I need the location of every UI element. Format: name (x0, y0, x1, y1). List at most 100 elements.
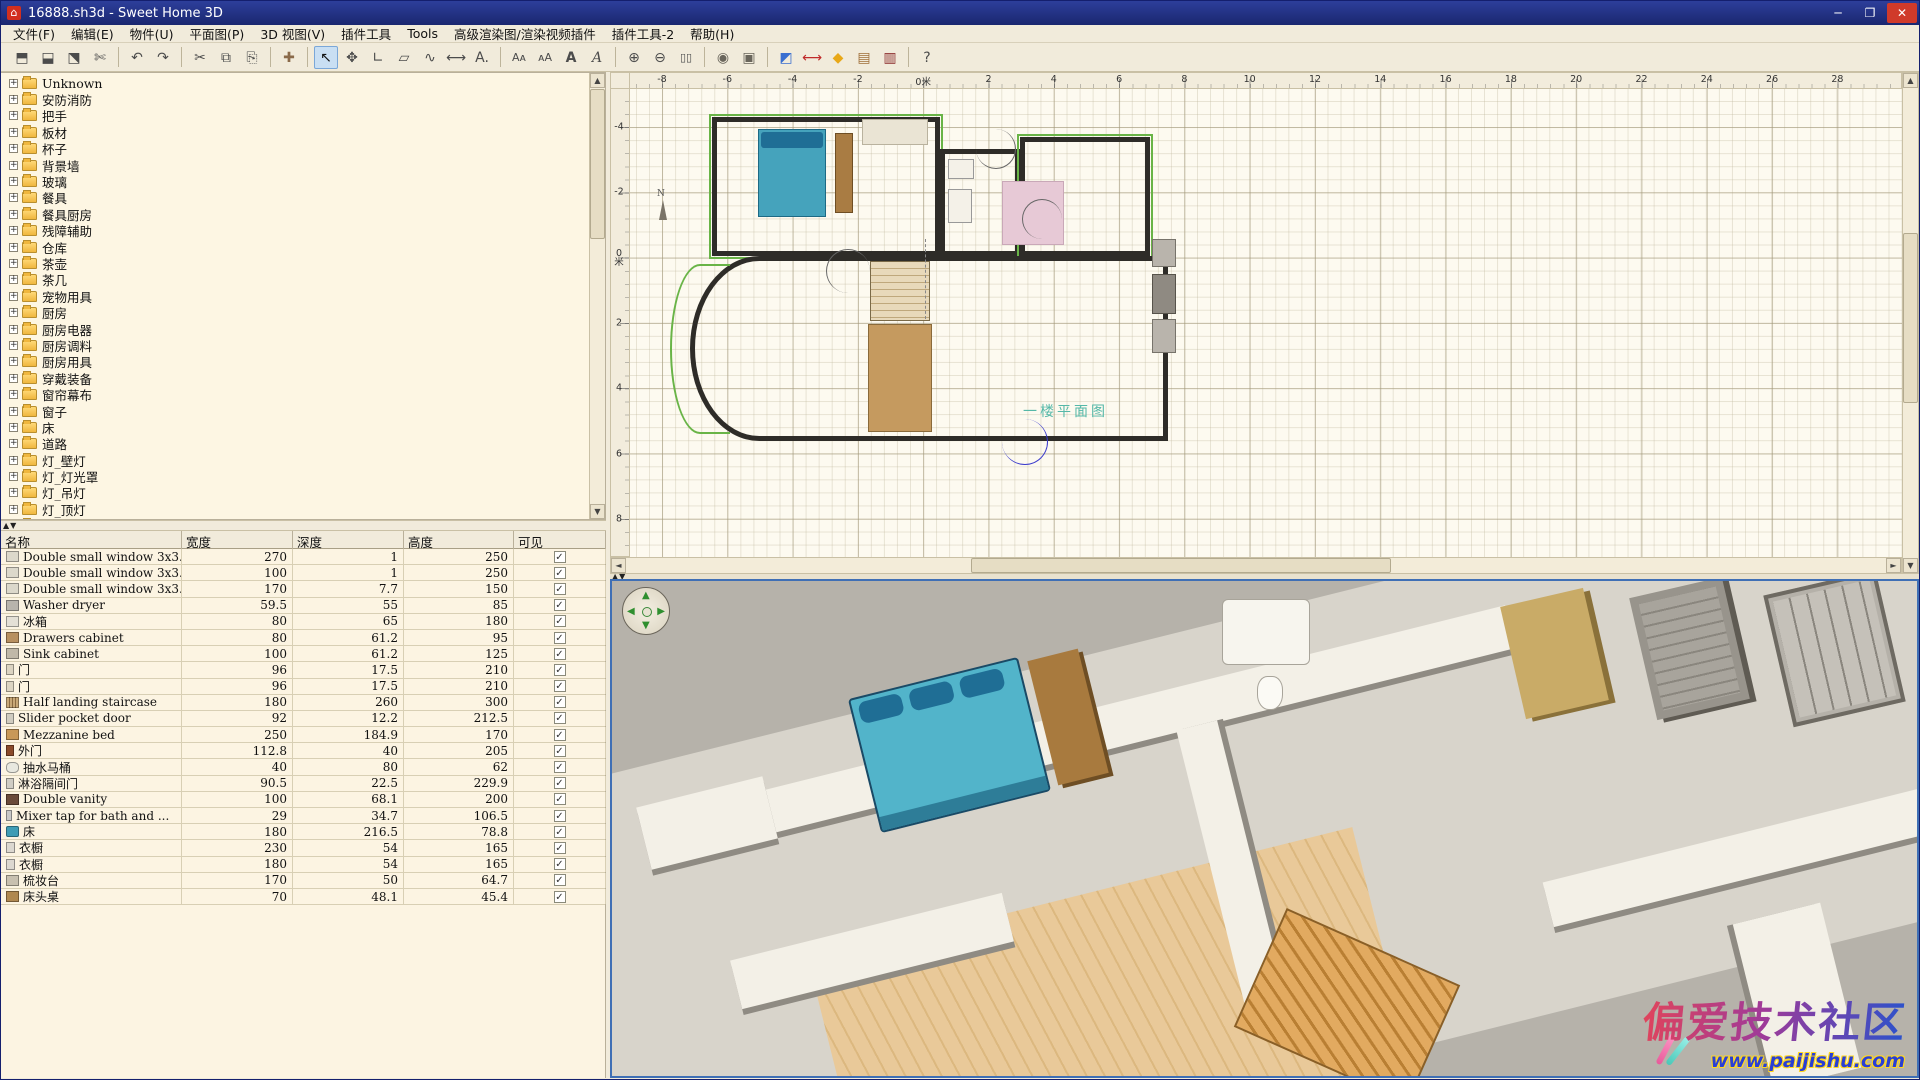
window-titlebar[interactable]: ⌂ 16888.sh3d - Sweet Home 3D ─ ❐ ✕ (1, 1, 1919, 25)
expand-icon[interactable]: + (9, 243, 18, 252)
furniture-row[interactable]: 门9617.5210✓ (1, 662, 605, 678)
scroll-up-icon[interactable]: ▲ (1903, 73, 1918, 88)
expand-icon[interactable]: + (9, 374, 18, 383)
menu-item[interactable]: 插件工具-2 (604, 24, 682, 43)
expand-icon[interactable]: + (9, 439, 18, 448)
furniture-row[interactable]: Drawers cabinet8061.295✓ (1, 630, 605, 646)
catalog-category[interactable]: +穿戴装备 (3, 370, 588, 386)
expand-icon[interactable]: + (9, 308, 18, 317)
catalog-category[interactable]: +背景墙 (3, 157, 588, 173)
menu-item[interactable]: 平面图(P) (182, 24, 253, 43)
furniture-row[interactable]: Slider pocket door9212.2212.5✓ (1, 711, 605, 727)
catalog-category[interactable]: +餐具厨房 (3, 206, 588, 222)
visible-checkbox[interactable]: ✓ (554, 712, 566, 724)
expand-icon[interactable]: + (9, 161, 18, 170)
catalog-category[interactable]: +安防消防 (3, 91, 588, 107)
visible-checkbox[interactable]: ✓ (554, 793, 566, 805)
import-furniture-icon[interactable]: ⬒ (10, 46, 34, 69)
undo-icon[interactable]: ↶ (125, 46, 149, 69)
furniture-row[interactable]: 淋浴隔间门90.522.5229.9✓ (1, 776, 605, 792)
scrollbar-thumb[interactable] (590, 89, 605, 239)
nav-up-icon[interactable]: ▲ (642, 591, 650, 601)
visible-checkbox[interactable]: ✓ (554, 761, 566, 773)
plan-appliance-1[interactable] (1152, 239, 1176, 267)
expand-icon[interactable]: + (9, 357, 18, 366)
visible-checkbox[interactable]: ✓ (554, 648, 566, 660)
expand-icon[interactable]: + (9, 128, 18, 137)
furniture-row[interactable]: Half landing staircase180260300✓ (1, 695, 605, 711)
catalog-category[interactable]: +厨房用具 (3, 354, 588, 370)
scrollbar-thumb[interactable] (971, 558, 1391, 573)
catalog-category[interactable]: +宠物用具 (3, 288, 588, 304)
catalog-category[interactable]: +厨房 (3, 304, 588, 320)
catalog-category[interactable]: +窗帘幕布 (3, 386, 588, 402)
catalog-category[interactable]: +玻璃 (3, 173, 588, 189)
catalog-category[interactable]: +灯_壁灯 (3, 452, 588, 468)
visible-checkbox[interactable]: ✓ (554, 664, 566, 676)
menu-item[interactable]: 插件工具 (333, 24, 399, 43)
scroll-up-icon[interactable]: ▲ (590, 73, 605, 88)
import-furniture-library-icon[interactable]: ⬓ (36, 46, 60, 69)
catalog-category[interactable]: +厨房调料 (3, 337, 588, 353)
furniture-row[interactable]: Washer dryer59.55585✓ (1, 598, 605, 614)
import-textures-library-icon[interactable]: ⬔ (62, 46, 86, 69)
menu-item[interactable]: Tools (399, 26, 446, 41)
minimize-button[interactable]: ─ (1823, 3, 1853, 23)
add-text-icon[interactable]: A. (470, 46, 494, 69)
menu-item[interactable]: 文件(F) (5, 24, 63, 43)
plugin-lamp-icon[interactable]: ◆ (826, 46, 850, 69)
expand-icon[interactable]: + (9, 390, 18, 399)
catalog-table-splitter[interactable]: ▲▼ (1, 520, 606, 531)
photo-views-icon[interactable]: ▯▯ (674, 46, 698, 69)
plan-canvas[interactable]: N (630, 89, 1902, 557)
select-icon[interactable]: ↖ (314, 46, 338, 69)
plan-wardrobe-big[interactable] (868, 324, 932, 432)
expand-icon[interactable]: + (9, 341, 18, 350)
catalog-category[interactable]: +Unknown (3, 75, 588, 91)
plan-text-label[interactable]: 一楼平面图 (1023, 401, 1108, 421)
catalog-category[interactable]: +杯子 (3, 141, 588, 157)
catalog-category[interactable]: +道路 (3, 436, 588, 452)
expand-icon[interactable]: + (9, 456, 18, 465)
italic-icon[interactable]: A (585, 46, 609, 69)
expand-icon[interactable]: + (9, 95, 18, 104)
furniture-row[interactable]: 衣橱23054165✓ (1, 840, 605, 856)
3d-navigation-pad[interactable]: ▲ ▼ ◀ ▶ (622, 587, 670, 635)
visible-checkbox[interactable]: ✓ (554, 858, 566, 870)
redo-icon[interactable]: ↷ (151, 46, 175, 69)
menu-item[interactable]: 高级渲染图/渲染视频插件 (446, 24, 604, 43)
furniture-row[interactable]: 衣橱18054165✓ (1, 857, 605, 873)
expand-icon[interactable]: + (9, 275, 18, 284)
furniture-row[interactable]: Double vanity10068.1200✓ (1, 792, 605, 808)
expand-icon[interactable]: + (9, 488, 18, 497)
furniture-row[interactable]: Double small window 3x3...1001250✓ (1, 565, 605, 581)
catalog-category[interactable]: +窗子 (3, 403, 588, 419)
create-video-icon[interactable]: ▣ (737, 46, 761, 69)
catalog-category[interactable]: +灯_顶灯 (3, 501, 588, 517)
nav-down-icon[interactable]: ▼ (642, 621, 650, 631)
scroll-down-icon[interactable]: ▼ (590, 504, 605, 519)
menu-item[interactable]: 编辑(E) (63, 24, 122, 43)
expand-icon[interactable]: + (9, 226, 18, 235)
catalog-category[interactable]: +餐具 (3, 190, 588, 206)
visible-checkbox[interactable]: ✓ (554, 696, 566, 708)
menu-item[interactable]: 物件(U) (122, 24, 182, 43)
visible-checkbox[interactable]: ✓ (554, 567, 566, 579)
plan-wardrobe-strip[interactable] (835, 133, 853, 213)
expand-icon[interactable]: + (9, 193, 18, 202)
bold-icon[interactable]: A (559, 46, 583, 69)
visible-checkbox[interactable]: ✓ (554, 745, 566, 757)
plan-sink[interactable] (948, 159, 974, 179)
furniture-row[interactable]: 门9617.5210✓ (1, 679, 605, 695)
plan-bed-blue[interactable] (758, 129, 826, 217)
expand-icon[interactable]: + (9, 423, 18, 432)
plan-fridge[interactable] (1152, 274, 1176, 314)
zoom-in-icon[interactable]: ⊕ (622, 46, 646, 69)
visible-checkbox[interactable]: ✓ (554, 599, 566, 611)
furniture-catalog[interactable]: +Unknown+安防消防+把手+板材+杯子+背景墙+玻璃+餐具+餐具厨房+残障… (1, 72, 606, 520)
visible-checkbox[interactable]: ✓ (554, 874, 566, 886)
catalog-category[interactable]: +灯_吊灯 (3, 485, 588, 501)
expand-icon[interactable]: + (9, 210, 18, 219)
visible-checkbox[interactable]: ✓ (554, 551, 566, 563)
furniture-list-header[interactable]: 名称宽度深度高度可见 (1, 531, 605, 549)
